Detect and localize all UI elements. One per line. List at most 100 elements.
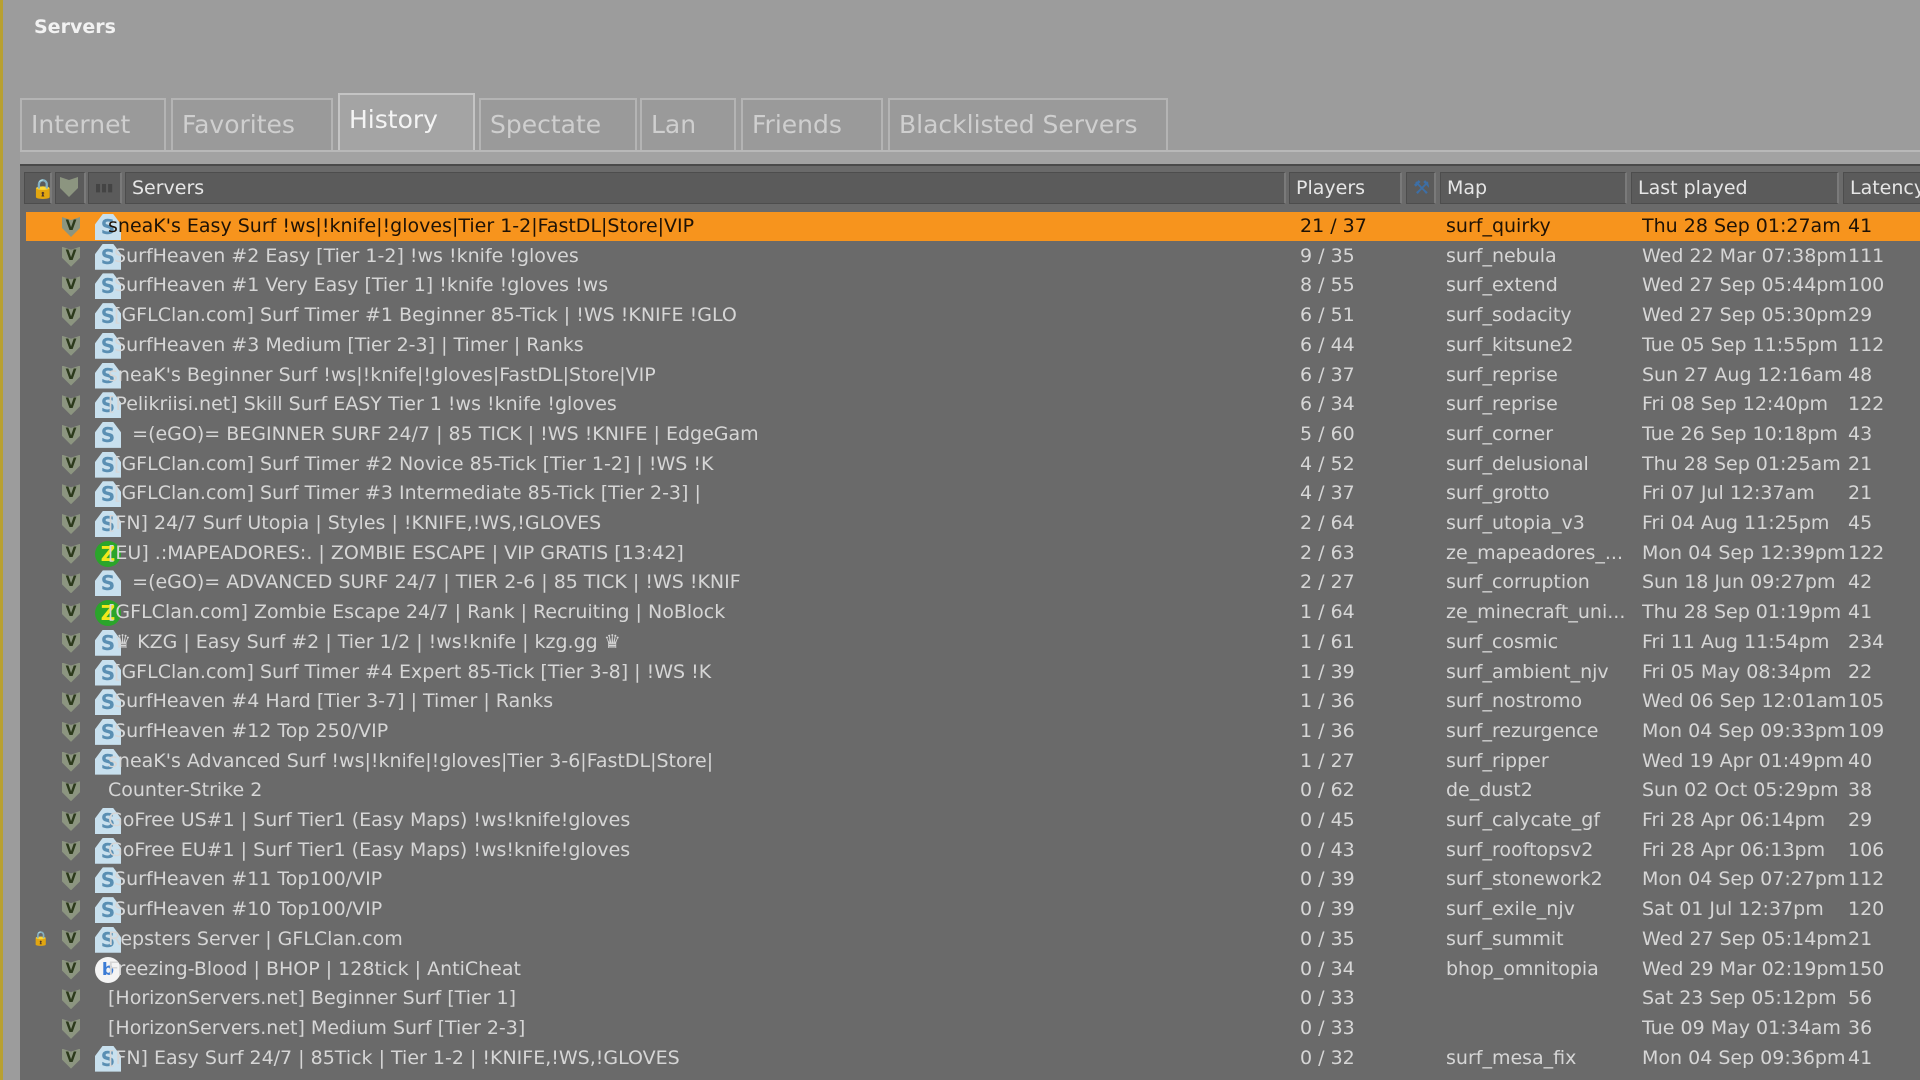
server-row[interactable]: VS ♛ KZG | Easy Surf #2 | Tier 1/2 | !ws… [26, 628, 1920, 657]
server-players: 2 / 63 [1300, 541, 1355, 564]
window-title: Servers [34, 16, 116, 38]
server-last-played: Fri 07 Jul 12:37am [1642, 482, 1815, 505]
server-row[interactable]: VS [GFLClan.com] Surf Timer #1 Beginner … [26, 301, 1920, 330]
server-players: 1 / 36 [1300, 719, 1355, 742]
shield-icon: V [62, 217, 80, 237]
server-players: 6 / 44 [1300, 333, 1355, 356]
server-players: 1 / 64 [1300, 601, 1355, 624]
shield-icon: V [62, 692, 80, 713]
column-header-map-icon[interactable]: ⚒ [1406, 172, 1436, 204]
window-edge [0, 0, 3, 1080]
server-latency: 234 [1848, 630, 1885, 653]
server-row[interactable]: 🔒 V S Repsters Server | GFLClan.com 0 / 35 su… [26, 925, 1920, 954]
server-name: GoFree US#1 | Surf Tier1 (Easy Maps) !ws… [108, 809, 631, 831]
server-map: surf_delusional [1446, 452, 1589, 475]
server-row[interactable]: VS SurfHeaven #10 Top100/VIP 0 / 39 surf_e… [26, 895, 1920, 924]
server-name: [FN] 24/7 Surf Utopia | Styles | !KNIFE,… [108, 512, 602, 534]
server-players: 0 / 33 [1300, 1016, 1355, 1039]
server-row[interactable]: V SsneaK's Easy Surf !ws|!knife|!gloves|T… [26, 212, 1920, 241]
server-name: [GFLClan.com] Surf Timer #1 Beginner 85-… [108, 304, 737, 327]
server-row[interactable]: V [HorizonServers.net] Medium Surf [Tier … [26, 1014, 1920, 1043]
server-latency: 40 [1848, 749, 1873, 772]
server-last-played: Fri 05 May 08:34pm [1642, 660, 1832, 683]
shield-icon [60, 177, 78, 197]
shield-icon: V [62, 454, 80, 475]
tab-lan[interactable]: Lan [640, 98, 736, 150]
server-last-played: Tue 05 Sep 11:55pm [1642, 333, 1838, 356]
server-last-played: Mon 04 Sep 12:39pm [1642, 541, 1846, 564]
server-row[interactable]: V S GoFree US#1 | Surf Tier1 (Easy Maps) !… [26, 806, 1920, 835]
server-row[interactable]: VS =(eGO)= ADVANCED SURF 24/7 | TIER 2-6… [26, 568, 1920, 597]
server-last-played: Sun 18 Jun 09:27pm [1642, 571, 1836, 594]
shield-icon: V [62, 929, 80, 950]
server-row[interactable]: V S GoFree EU#1 | Surf Tier1 (Easy Maps) !… [26, 836, 1920, 865]
server-map: de_dust2 [1446, 779, 1533, 802]
column-header-last-played[interactable]: Last played [1631, 172, 1839, 204]
server-last-played: Wed 06 Sep 12:01am [1642, 690, 1847, 713]
server-row[interactable]: V Counter-Strike 2 0 / 62 de_dust2 Sun 02 Oc… [26, 776, 1920, 805]
server-row[interactable]: VS SurfHeaven #2 Easy [Tier 1-2] !ws !kn… [26, 242, 1920, 271]
column-header-latency[interactable]: Latency [1843, 172, 1920, 204]
server-name: ♛ KZG | Easy Surf #2 | Tier 1/2 | !ws!kn… [108, 630, 621, 653]
server-list[interactable]: 🔒 ▮▮▮ Servers Players ⚒ Map Last played … [20, 164, 1920, 1080]
shield-icon: V [62, 959, 80, 980]
server-players: 2 / 27 [1300, 571, 1355, 594]
server-name: [Pelikriisi.net] Skill Surf EASY Tier 1 … [108, 393, 617, 416]
server-row[interactable]: VS [GFLClan.com] Surf Timer #4 Expert 85… [26, 658, 1920, 687]
server-name: [GFLClan.com] Surf Timer #4 Expert 85-Ti… [108, 660, 712, 683]
server-last-played: Thu 28 Sep 01:25am [1642, 452, 1841, 475]
server-name: [FN] Easy Surf 24/7 | 85Tick | Tier 1-2 … [108, 1046, 680, 1069]
tab-spectate[interactable]: Spectate [479, 98, 637, 150]
server-players: 0 / 45 [1300, 809, 1355, 831]
column-header-servers[interactable]: Servers [125, 172, 1286, 204]
server-row[interactable]: V SsneaK's Beginner Surf !ws|!knife|!glov… [26, 361, 1920, 390]
server-row[interactable]: V Z [EU] .:MAPEADORES:. | ZOMBIE ESCAPE | … [26, 539, 1920, 568]
server-row[interactable]: VS SurfHeaven #1 Very Easy [Tier 1] !kni… [26, 271, 1920, 300]
server-row[interactable]: V [HorizonServers.net] Beginner Surf [Tie… [26, 984, 1920, 1013]
server-last-played: Tue 09 May 01:34am [1642, 1016, 1841, 1039]
server-players: 8 / 55 [1300, 274, 1355, 297]
server-name: Freezing-Blood | BHOP | 128tick | AntiCh… [108, 957, 521, 980]
server-row[interactable]: VS SurfHeaven #12 Top 250/VIP 1 / 36 surf_… [26, 717, 1920, 746]
column-header-lock[interactable]: 🔒 [24, 172, 52, 204]
tab-blacklisted-servers[interactable]: Blacklisted Servers [888, 98, 1168, 150]
shield-icon: V [62, 870, 80, 891]
server-map: surf_extend [1446, 274, 1558, 297]
server-last-played: Mon 04 Sep 07:27pm [1642, 868, 1846, 891]
column-header-bots[interactable]: ▮▮▮ [88, 172, 122, 204]
shield-icon: V [62, 543, 80, 564]
server-players: 0 / 35 [1300, 927, 1355, 950]
server-last-played: Fri 04 Aug 11:25pm [1642, 512, 1830, 534]
server-row[interactable]: V SsneaK's Advanced Surf !ws|!knife|!glov… [26, 747, 1920, 776]
server-name: [GFLClan.com] Surf Timer #2 Novice 85-Ti… [108, 452, 714, 475]
column-header-secure[interactable] [55, 172, 86, 204]
server-row[interactable]: Vb Freezing-Blood | BHOP | 128tick | Anti… [26, 955, 1920, 984]
column-header-players[interactable]: Players [1289, 172, 1402, 204]
server-map: bhop_omnitopia [1446, 957, 1599, 980]
server-map: surf_grotto [1446, 482, 1550, 505]
tab-internet[interactable]: Internet [20, 98, 166, 150]
tab-history[interactable]: History [338, 93, 475, 151]
server-row[interactable]: VS SurfHeaven #4 Hard [Tier 3-7] | Timer… [26, 687, 1920, 716]
server-players: 6 / 34 [1300, 393, 1355, 416]
server-row[interactable]: V S [FN] Easy Surf 24/7 | 85Tick | Tier 1-… [26, 1044, 1920, 1073]
server-last-played: Wed 27 Sep 05:14pm [1642, 927, 1847, 950]
server-players: 0 / 33 [1300, 987, 1355, 1010]
server-latency: 122 [1848, 541, 1885, 564]
tab-friends[interactable]: Friends [741, 98, 883, 150]
server-row[interactable]: VS =(eGO)= BEGINNER SURF 24/7 | 85 TICK … [26, 420, 1920, 449]
server-latency: 29 [1848, 304, 1873, 327]
server-row[interactable]: VS [GFLClan.com] Surf Timer #2 Novice 85… [26, 450, 1920, 479]
wrench-icon: ⚒ [1413, 177, 1431, 199]
tab-favorites[interactable]: Favorites [171, 98, 333, 150]
server-row[interactable]: VS [GFLClan.com] Surf Timer #3 Intermedi… [26, 479, 1920, 508]
server-row[interactable]: VS SurfHeaven #11 Top100/VIP 0 / 39 surf_s… [26, 865, 1920, 894]
server-players: 1 / 36 [1300, 690, 1355, 713]
shield-icon: V [62, 840, 80, 861]
server-row[interactable]: V S [FN] 24/7 Surf Utopia | Styles | !KNIF… [26, 509, 1920, 538]
server-row[interactable]: V Z [GFLClan.com] Zombie Escape 24/7 | Ran… [26, 598, 1920, 627]
column-header-map[interactable]: Map [1440, 172, 1627, 204]
server-map: surf_kitsune2 [1446, 333, 1574, 356]
server-row[interactable]: VS SurfHeaven #3 Medium [Tier 2-3] | Tim… [26, 331, 1920, 360]
server-row[interactable]: V S [Pelikriisi.net] Skill Surf EASY Tier … [26, 390, 1920, 419]
